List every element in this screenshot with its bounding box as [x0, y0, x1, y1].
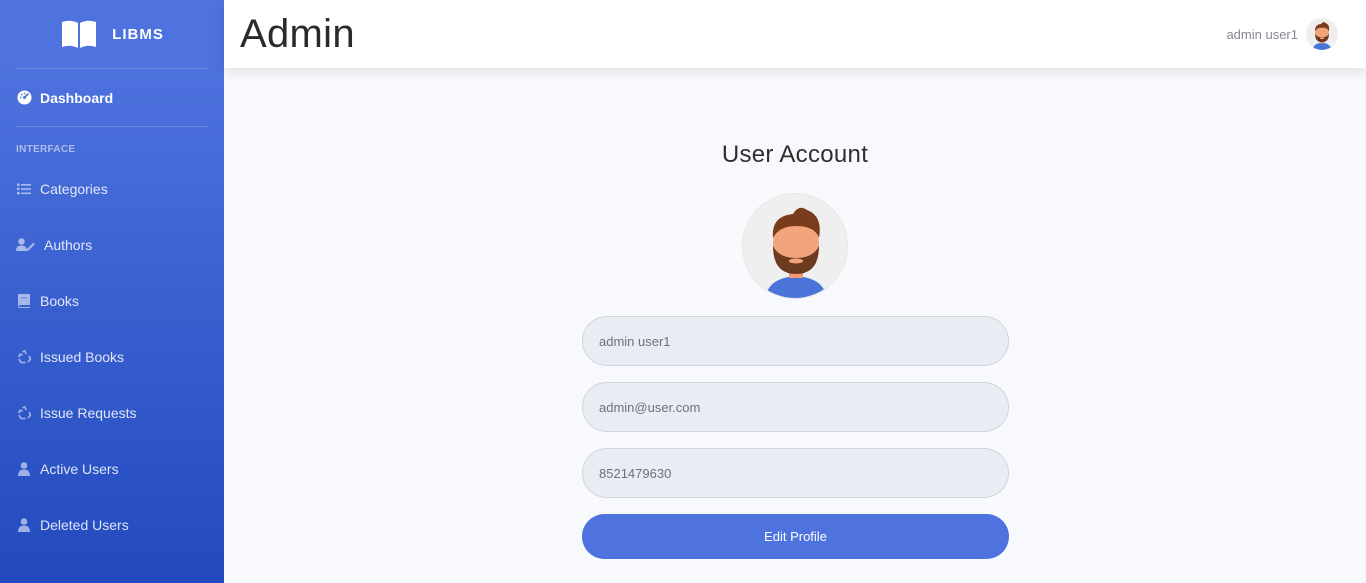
- user-icon: [16, 461, 32, 477]
- main-area: Admin admin user1 User Account admin use…: [224, 0, 1366, 583]
- app: LIBMS Dashboard INTERFACE Categories Aut…: [0, 0, 1366, 583]
- sidebar-item-label: Dashboard: [40, 89, 114, 106]
- sidebar-heading: INTERFACE: [16, 144, 76, 155]
- recycle-icon: [16, 349, 32, 365]
- brand-name: LIBMS: [112, 25, 164, 43]
- sidebar-item-label: Issue Requests: [40, 405, 137, 421]
- name-field[interactable]: [582, 316, 1009, 366]
- sidebar-item-deleted-users[interactable]: Deleted Users: [0, 497, 224, 553]
- user-name: admin user1: [1226, 26, 1298, 42]
- sidebar-item-dashboard[interactable]: Dashboard: [0, 69, 224, 126]
- book-open-icon: [62, 20, 97, 48]
- book-icon: [16, 293, 32, 309]
- sidebar-item-label: Books: [40, 293, 79, 309]
- sidebar-item-authors[interactable]: Authors: [0, 217, 224, 273]
- page-title: Admin: [240, 11, 355, 56]
- sidebar-item-issued-books[interactable]: Issued Books: [0, 329, 224, 385]
- sidebar-item-label: Authors: [44, 237, 93, 253]
- sidebar-item-label: Deleted Users: [40, 517, 129, 533]
- sidebar-item-label: Active Users: [40, 461, 119, 477]
- recycle-icon: [16, 405, 32, 421]
- sidebar-item-categories[interactable]: Categories: [0, 161, 224, 217]
- sidebar-item-issue-requests[interactable]: Issue Requests: [0, 385, 224, 441]
- user-account-section: User Account Edit Profile: [224, 68, 1366, 583]
- sidebar-item-books[interactable]: Books: [0, 273, 224, 329]
- user-icon: [16, 517, 32, 533]
- user-dropdown[interactable]: admin user1: [1226, 18, 1338, 50]
- sidebar-item-label: Categories: [40, 181, 108, 197]
- topbar: Admin admin user1: [224, 0, 1366, 68]
- sidebar: LIBMS Dashboard INTERFACE Categories Aut…: [0, 0, 224, 583]
- list-icon: [16, 181, 32, 197]
- avatar: [1306, 18, 1338, 50]
- brand-link[interactable]: LIBMS: [0, 0, 224, 68]
- sidebar-item-active-users[interactable]: Active Users: [0, 441, 224, 497]
- section-title: User Account: [721, 141, 869, 168]
- gauge-icon: [16, 90, 32, 106]
- sidebar-nav: Categories Authors Books Issued Books Is…: [0, 161, 224, 553]
- edit-profile-button[interactable]: Edit Profile: [582, 514, 1009, 559]
- sidebar-item-label: Issued Books: [40, 349, 125, 365]
- email-field[interactable]: [582, 382, 1009, 432]
- phone-field[interactable]: [582, 448, 1009, 498]
- profile-avatar: [742, 193, 848, 299]
- user-pen-icon: [16, 237, 36, 253]
